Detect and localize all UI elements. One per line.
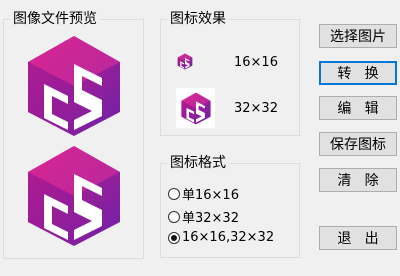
icon-32-frame [176,88,215,128]
preview-cube-icon-bottom [24,144,124,248]
cube-icon-16 [177,53,193,70]
preview-cube-icon-top [24,34,124,138]
radio-checked-icon [168,231,180,244]
image-preview-title: 图像文件预览 [10,11,100,27]
radio-single-16[interactable]: 单16×16 [168,184,239,203]
select-image-button[interactable]: 选择图片 [319,24,397,48]
radio-single-32[interactable]: 单32×32 [168,207,239,226]
radio-circle-icon [168,210,180,223]
icon-format-title: 图标格式 [167,155,229,171]
radio-label: 16×16,32×32 [182,230,275,245]
cube-icon-32 [180,92,212,125]
icon-effect-group: 图标效果 16×16 32×32 [160,11,300,136]
image-preview-group: 图像文件预览 [3,11,144,259]
icon-effect-title: 图标效果 [167,11,229,27]
exit-button[interactable]: 退 出 [319,226,397,250]
clear-button[interactable]: 清 除 [319,168,397,192]
radio-label: 单32×32 [182,211,239,226]
save-icon-button[interactable]: 保存图标 [319,132,397,156]
edit-button[interactable]: 编 辑 [319,96,397,120]
radio-circle-icon [168,187,180,200]
icon-format-group: 图标格式 单16×16 单32×32 16×16,32×32 [160,155,300,258]
radio-label: 单16×16 [182,188,239,203]
radio-16-and-32[interactable]: 16×16,32×32 [168,230,274,245]
size-label-16: 16×16 [234,55,278,70]
size-label-32: 32×32 [234,101,278,116]
convert-button[interactable]: 转 换 [319,61,397,85]
